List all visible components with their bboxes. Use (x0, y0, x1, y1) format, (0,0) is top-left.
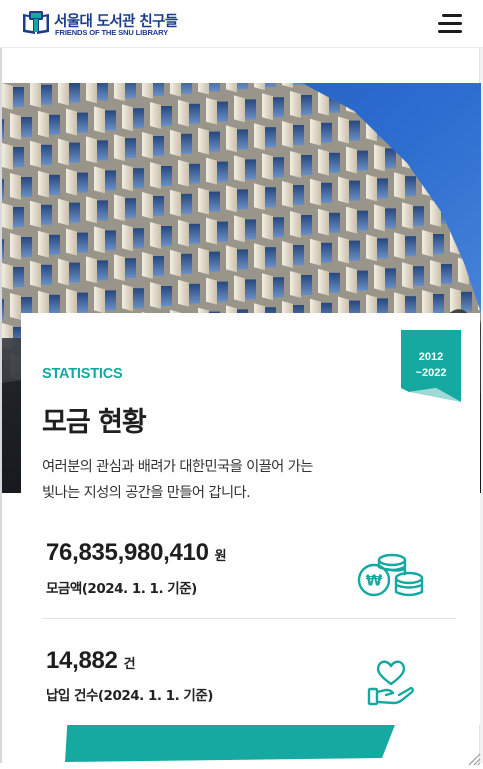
stats-divider (42, 618, 456, 619)
site-header: 서울대 도서관 친구들 FRIENDS OF THE SNU LIBRARY (0, 0, 483, 48)
resize-grip-icon[interactable] (465, 750, 481, 766)
section-description: 여러분의 관심과 배려가 대한민국을 이끌어 가는 빛나는 지성의 공간을 만들… (42, 454, 372, 506)
hamburger-menu-icon[interactable] (434, 10, 466, 36)
hand-heart-icon (367, 660, 414, 706)
site-logo[interactable]: 서울대 도서관 친구들 FRIENDS OF THE SNU LIBRARY (21, 10, 196, 38)
coins-won-icon: ₩ (357, 553, 424, 597)
ribbon-year-range: 2012 ~2022 (401, 349, 461, 381)
ribbon-year-end: ~2022 (415, 367, 447, 379)
payment-count-unit: 건 (123, 657, 136, 672)
payment-count-number: 14,882 (46, 647, 118, 674)
donation-amount-value: 76,835,980,410 원 (46, 539, 227, 567)
logo-english-name: FRIENDS OF THE SNU LIBRARY (55, 28, 169, 37)
section-title: 모금 현황 (42, 407, 147, 438)
library-book-logo-icon (23, 11, 49, 34)
payment-count-label: 납입 건수(2024. 1. 1. 기준) (46, 688, 213, 704)
description-line: 여러분의 관심과 배려가 대한민국을 이끌어 가는 (42, 459, 313, 475)
donation-amount-unit: 원 (214, 549, 227, 564)
svg-text:₩: ₩ (366, 572, 383, 590)
ribbon-year-start: 2012 (418, 351, 444, 363)
payment-count-value: 14,882 건 (46, 647, 136, 675)
donation-amount-label: 모금액(2024. 1. 1. 기준) (46, 581, 197, 597)
section-eyebrow: STATISTICS (42, 366, 123, 382)
donation-amount-number: 76,835,980,410 (46, 539, 209, 566)
description-line: 빛나는 지성의 공간을 만들어 갑니다. (42, 485, 251, 501)
